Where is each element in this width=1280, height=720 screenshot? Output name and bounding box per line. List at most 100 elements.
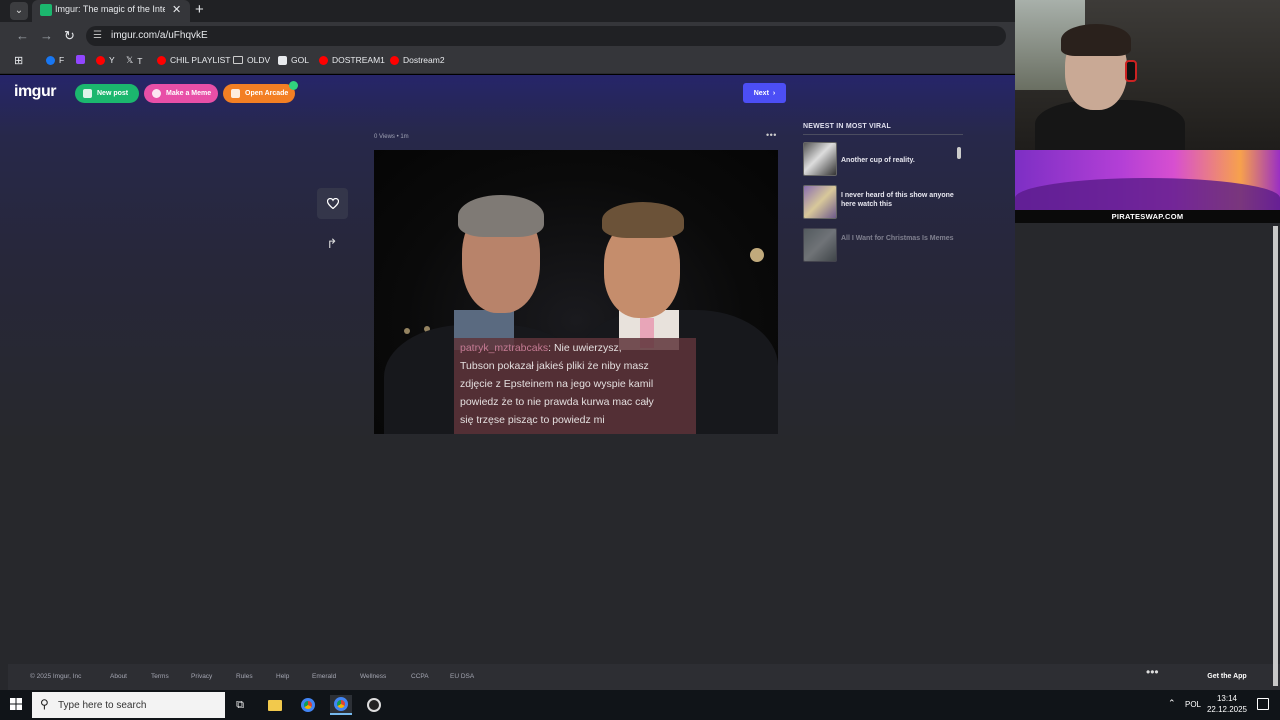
- share-arrow-icon[interactable]: ↱: [322, 236, 342, 256]
- taskbar-search-box[interactable]: ⚲ Type here to search: [32, 692, 225, 718]
- bookmark-gol[interactable]: GOL: [278, 55, 309, 65]
- x-icon: 𝕏: [126, 55, 134, 65]
- post-more-options-icon[interactable]: •••: [766, 130, 777, 140]
- imgur-page: imgur New post Make a Meme Open Arcade N…: [0, 75, 1018, 690]
- caption-line-2: Tubson pokazał jakieś pliki że niby masz: [460, 360, 649, 372]
- taskbar-clock[interactable]: 13:14 22.12.2025: [1201, 693, 1253, 715]
- page-scrollbar[interactable]: [1273, 226, 1278, 686]
- ad-caption: PIRATESWAP.COM: [1015, 210, 1280, 223]
- obs-icon[interactable]: [363, 695, 385, 715]
- back-arrow-icon[interactable]: ←: [16, 28, 29, 43]
- bookmark-folder-oldv[interactable]: OLDV: [233, 55, 270, 65]
- post-thumbnail: [803, 228, 837, 262]
- imgur-favicon-icon: [40, 4, 52, 16]
- forward-arrow-icon[interactable]: →: [40, 28, 53, 43]
- footer-link-about[interactable]: About: [110, 673, 127, 680]
- webcam-person-hair: [1061, 24, 1131, 56]
- bookmark-chil-playlist[interactable]: CHIL PLAYLIST: [157, 55, 230, 65]
- windows-start-icon[interactable]: [10, 698, 22, 710]
- footer-link-help[interactable]: Help: [276, 673, 289, 680]
- url-field[interactable]: ☰ imgur.com/a/uFhqvkE: [86, 26, 1006, 46]
- imgur-logo[interactable]: imgur: [14, 83, 56, 101]
- footer-link-rules[interactable]: Rules: [236, 673, 253, 680]
- youtube-icon: [390, 55, 399, 65]
- sidebar-divider: [803, 134, 963, 135]
- youtube-icon: [319, 55, 328, 65]
- close-tab-icon[interactable]: ✕: [172, 3, 181, 16]
- url-text: imgur.com/a/uFhqvkE: [111, 30, 208, 41]
- clock-time: 13:14: [1216, 694, 1238, 703]
- gol-icon: [278, 55, 287, 65]
- post-thumbnail: [803, 185, 837, 219]
- make-meme-button[interactable]: Make a Meme: [144, 84, 218, 103]
- footer-copyright: © 2025 Imgur, Inc: [30, 673, 82, 680]
- bookmark-facebook[interactable]: F: [46, 55, 64, 65]
- footer-link-eu-dsa[interactable]: EU DSA: [450, 673, 474, 680]
- file-explorer-icon[interactable]: [264, 695, 286, 715]
- reload-icon[interactable]: ↻: [64, 28, 75, 44]
- chrome-active-icon[interactable]: [330, 695, 352, 715]
- bookmark-youtube-y[interactable]: Y: [96, 55, 115, 65]
- footer-link-wellness[interactable]: Wellness: [360, 673, 386, 680]
- get-the-app-button[interactable]: Get the App: [1182, 664, 1272, 690]
- chrome-app-icon[interactable]: [297, 695, 319, 715]
- image-bokeh-light: [750, 248, 764, 262]
- youtube-icon: [157, 55, 166, 65]
- bookmark-dostream1[interactable]: DOSTREAM1: [319, 55, 385, 65]
- sidebar-post-title: Another cup of reality.: [841, 157, 915, 164]
- folder-icon: [233, 56, 243, 64]
- keyboard-language[interactable]: POL: [1185, 700, 1201, 709]
- youtube-icon: [96, 55, 105, 65]
- chevron-right-icon: ›: [772, 89, 776, 97]
- footer-link-emerald[interactable]: Emerald: [312, 673, 336, 680]
- browser-tab-bar: ⌄ Imgur: The magic of the Interne ✕ +: [0, 0, 1015, 22]
- caption-line-4: powiedz że to nie prawda kurwa mac cały: [460, 396, 654, 408]
- ad-banner-graphic: [1015, 178, 1280, 210]
- sidebar-post-item[interactable]: All I Want for Christmas Is Memes: [803, 228, 963, 266]
- imgur-footer: © 2025 Imgur, Inc About Terms Privacy Ru…: [8, 664, 1018, 690]
- post-thumbnail: [803, 142, 837, 176]
- browser-tab-active[interactable]: Imgur: The magic of the Interne ✕: [32, 0, 190, 22]
- sidebar-scrollbar[interactable]: [957, 147, 961, 159]
- footer-more-icon[interactable]: •••: [1146, 665, 1159, 679]
- next-post-button[interactable]: Next ›: [743, 83, 786, 103]
- tab-title: Imgur: The magic of the Interne: [55, 4, 165, 14]
- sidebar-post-item[interactable]: I never heard of this show anyone here w…: [803, 185, 963, 223]
- notification-icon[interactable]: [1257, 698, 1269, 710]
- heart-icon: [326, 198, 339, 209]
- page-right-background: [1015, 223, 1280, 664]
- address-bar-row: ← → ↻ ☰ imgur.com/a/uFhqvkE: [0, 22, 1015, 50]
- clock-date: 22.12.2025: [1206, 705, 1248, 714]
- meme-icon: [152, 89, 161, 98]
- image-person-left-hair: [458, 195, 544, 237]
- footer-link-ccpa[interactable]: CCPA: [411, 673, 429, 680]
- task-view-icon[interactable]: ⧉: [229, 695, 251, 715]
- gamepad-icon: [231, 89, 240, 98]
- twitch-icon: [76, 55, 85, 64]
- webcam-overlay: [1015, 0, 1280, 150]
- new-post-button[interactable]: New post: [75, 84, 139, 103]
- new-tab-button[interactable]: +: [195, 1, 204, 18]
- bookmarks-bar: ⊞ F Y 𝕏T CHIL PLAYLIST OLDV GOL DOSTREAM…: [0, 50, 1015, 74]
- taskbar-search-placeholder: Type here to search: [58, 700, 147, 711]
- bookmark-x[interactable]: 𝕏T: [126, 55, 142, 66]
- sidebar-post-title: All I Want for Christmas Is Memes: [841, 235, 954, 242]
- tab-search-button[interactable]: ⌄: [10, 2, 28, 20]
- footer-link-terms[interactable]: Terms: [151, 673, 169, 680]
- image-bokeh-light: [404, 328, 410, 334]
- post-image[interactable]: patryk_mztrabcaks: Nie uwierzysz, Tubson…: [374, 150, 778, 434]
- favorite-button[interactable]: [317, 188, 348, 219]
- apps-grid-icon[interactable]: ⊞: [14, 54, 23, 67]
- bookmark-twitch[interactable]: [76, 55, 85, 64]
- bookmark-dostream2[interactable]: Dostream2: [390, 55, 445, 65]
- arcade-badge: [289, 81, 298, 90]
- webcam-person-body: [1035, 100, 1185, 150]
- image-caption-overlay: patryk_mztrabcaks: Nie uwierzysz, Tubson…: [454, 338, 696, 434]
- sidebar-post-item[interactable]: Another cup of reality.: [803, 142, 963, 180]
- headset-icon: [1125, 60, 1137, 82]
- footer-link-privacy[interactable]: Privacy: [191, 673, 212, 680]
- site-info-icon[interactable]: ☰: [93, 30, 102, 41]
- open-arcade-button[interactable]: Open Arcade: [223, 84, 295, 103]
- tray-chevron-up-icon[interactable]: ⌃: [1168, 698, 1176, 709]
- image-person-right-hair: [602, 202, 684, 238]
